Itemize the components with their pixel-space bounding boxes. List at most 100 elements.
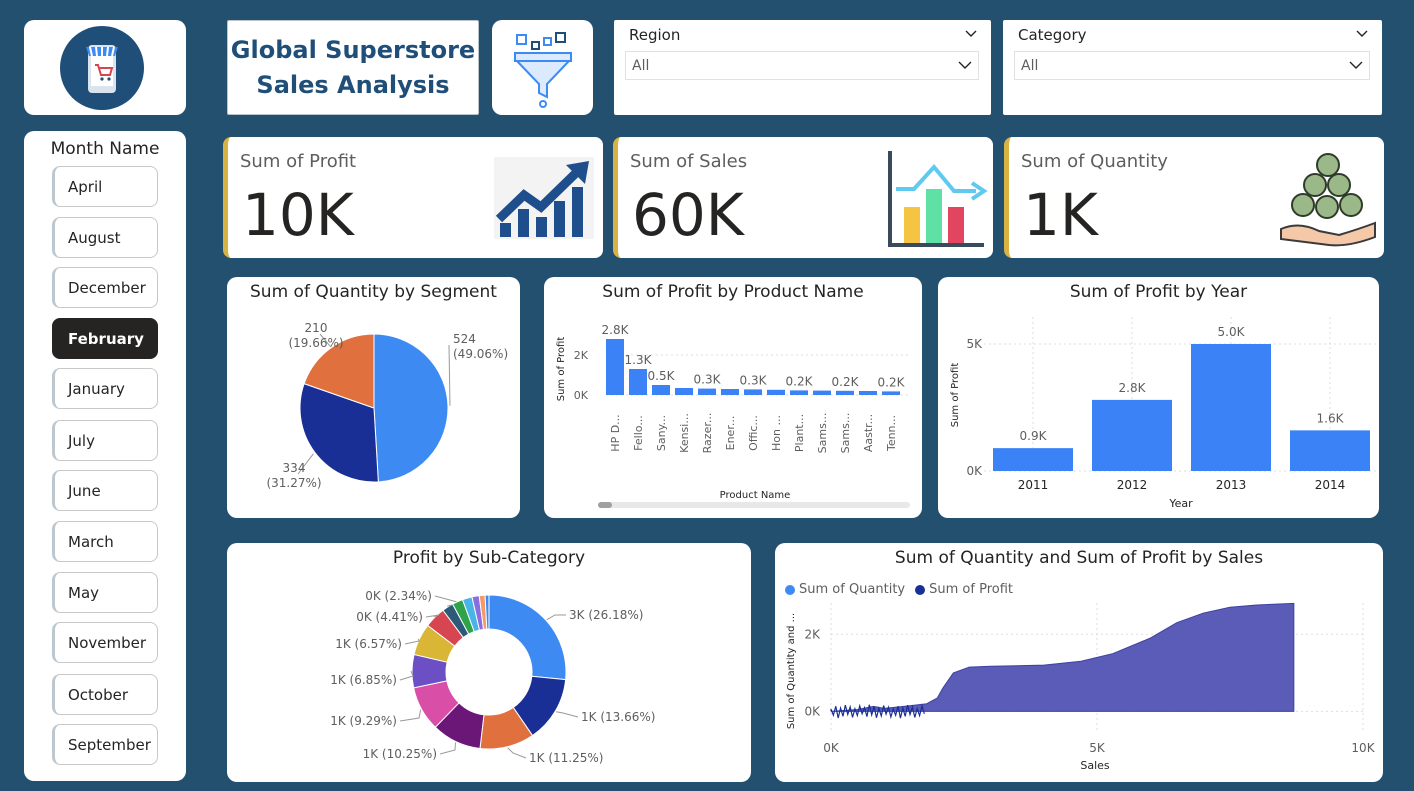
chevron-down-icon[interactable] — [1356, 28, 1368, 40]
data-label: 0.2K — [832, 375, 860, 389]
title-line-2: Sales Analysis — [256, 70, 450, 99]
kpi-label: Sum of Profit — [240, 151, 357, 172]
category-slicer[interactable]: Category All — [1003, 20, 1382, 115]
x-tick-label: 2014 — [1315, 478, 1346, 492]
chevron-down-icon[interactable] — [965, 28, 977, 40]
kpi-card-sales: Sum of Sales 60K — [613, 137, 993, 258]
data-label: 5.0K — [1218, 325, 1246, 339]
chart-profit-by-product: Sum of Profit by Product Name 0K 2K Sum of… — [544, 277, 922, 518]
data-label: (49.06%) — [453, 347, 508, 361]
data-label: 0.3K — [740, 373, 768, 387]
x-tick-label: Razer... — [701, 413, 714, 454]
month-button-july[interactable]: July — [52, 420, 158, 461]
data-label: 0.2K — [786, 374, 814, 388]
bar — [744, 389, 762, 395]
bar — [767, 389, 785, 395]
x-tick-label: 2013 — [1216, 478, 1247, 492]
bar — [882, 391, 900, 395]
chevron-down-icon — [958, 61, 972, 69]
data-label: 1K (10.25%) — [363, 747, 437, 761]
bar-chart-svg: 0K 2K Sum of Profit 2.8K HP D... 1.3K Fello...… — [556, 323, 910, 501]
data-label: 1K (13.66%) — [581, 710, 655, 724]
data-label: (19.66%) — [288, 336, 343, 350]
chart-profit-by-subcategory: Profit by Sub-Category 3K (26.18%) 1K (13… — [227, 543, 751, 782]
category-dropdown[interactable]: All — [1014, 51, 1370, 80]
data-label: 334 — [283, 461, 306, 475]
trending-up-chart-icon — [494, 157, 594, 239]
bar — [1191, 344, 1271, 471]
horizontal-scrollbar[interactable] — [598, 502, 910, 508]
y-tick-label: 2K — [804, 627, 821, 641]
month-button-may[interactable]: May — [52, 572, 158, 613]
bar-chart-icon — [888, 151, 988, 247]
x-tick-label: 5K — [1089, 741, 1106, 755]
month-button-october[interactable]: October — [52, 674, 158, 715]
coins-hand-icon — [1280, 153, 1376, 247]
region-dropdown[interactable]: All — [625, 51, 979, 80]
data-label: 0.9K — [1020, 429, 1048, 443]
bar — [1092, 399, 1172, 471]
month-button-february[interactable]: February — [52, 318, 158, 359]
x-tick-label: Offic... — [747, 415, 760, 451]
leader-line — [448, 344, 451, 406]
data-label: 1K (6.57%) — [335, 637, 402, 651]
x-tick-label: Tenn... — [885, 415, 898, 452]
x-tick-label: HP D... — [609, 414, 622, 451]
data-label: 1.6K — [1317, 411, 1345, 425]
month-button-march[interactable]: March — [52, 521, 158, 562]
region-slicer[interactable]: Region All — [614, 20, 991, 115]
x-tick-label: Sany... — [655, 415, 668, 451]
x-tick-label: 0K — [823, 741, 840, 755]
month-button-december[interactable]: December — [52, 267, 158, 308]
funnel-filter-icon — [514, 32, 572, 108]
data-label: 3K (26.18%) — [569, 608, 643, 622]
pie-chart-svg: 524(49.06%) 334(31.27%) 210(19.66%) — [266, 321, 508, 490]
month-button-january[interactable]: January — [52, 368, 158, 409]
bar — [993, 448, 1073, 471]
month-button-april[interactable]: April — [52, 166, 158, 207]
x-tick-label: Plant... — [793, 414, 806, 452]
area-chart-svg: 0K 2K 0K 5K 10K Sales Sum of Quantity and ... — [786, 602, 1376, 772]
bar — [606, 339, 624, 395]
x-tick-label: 2012 — [1117, 478, 1148, 492]
y-tick-label: 0K — [804, 704, 821, 718]
data-label: 0K (4.41%) — [356, 610, 423, 624]
bar — [698, 388, 716, 395]
month-button-september[interactable]: September — [52, 724, 158, 765]
data-label: 0.3K — [694, 373, 722, 387]
data-label: 210 — [305, 321, 328, 335]
x-tick-label: Sams... — [839, 413, 852, 454]
data-label: (31.27%) — [266, 476, 321, 490]
area-series — [830, 602, 1295, 712]
x-tick-label: 2011 — [1018, 478, 1049, 492]
region-label: Region — [629, 26, 681, 44]
pie-slice — [373, 333, 449, 483]
data-label: 524 — [453, 332, 476, 346]
data-label: 0.2K — [878, 375, 906, 389]
data-label: 0K (2.34%) — [365, 589, 432, 603]
data-label: 1.3K — [625, 353, 653, 367]
leader-line — [399, 670, 414, 681]
scrollbar-thumb[interactable] — [598, 502, 612, 508]
month-button-november[interactable]: November — [52, 622, 158, 663]
x-tick-label: Fello... — [632, 415, 645, 451]
bar — [652, 385, 670, 395]
bar-chart-svg: 0K 5K Sum of Profit 0.9K 2011 2.8K 2012 5.0K 201… — [950, 317, 1376, 510]
x-axis-label: Product Name — [720, 490, 791, 501]
month-button-june[interactable]: June — [52, 470, 158, 511]
x-tick-label: 10K — [1351, 741, 1375, 755]
logo-card — [24, 20, 186, 115]
x-tick-label: Sams... — [816, 413, 829, 454]
category-label: Category — [1018, 26, 1087, 44]
kpi-label: Sum of Quantity — [1021, 151, 1168, 172]
kpi-value: 10K — [242, 181, 354, 249]
y-tick-label: 5K — [966, 337, 983, 351]
kpi-value: 1K — [1023, 181, 1098, 249]
x-axis-label: Year — [1168, 497, 1193, 510]
chevron-down-icon — [1349, 61, 1363, 69]
y-tick-label: 2K — [574, 349, 589, 362]
month-button-august[interactable]: August — [52, 217, 158, 258]
chart-profit-by-year: Sum of Profit by Year 0K 5K Sum of Profit 0… — [938, 277, 1379, 518]
y-tick-label: 0K — [574, 389, 589, 402]
filter-icon-card[interactable] — [492, 20, 593, 115]
